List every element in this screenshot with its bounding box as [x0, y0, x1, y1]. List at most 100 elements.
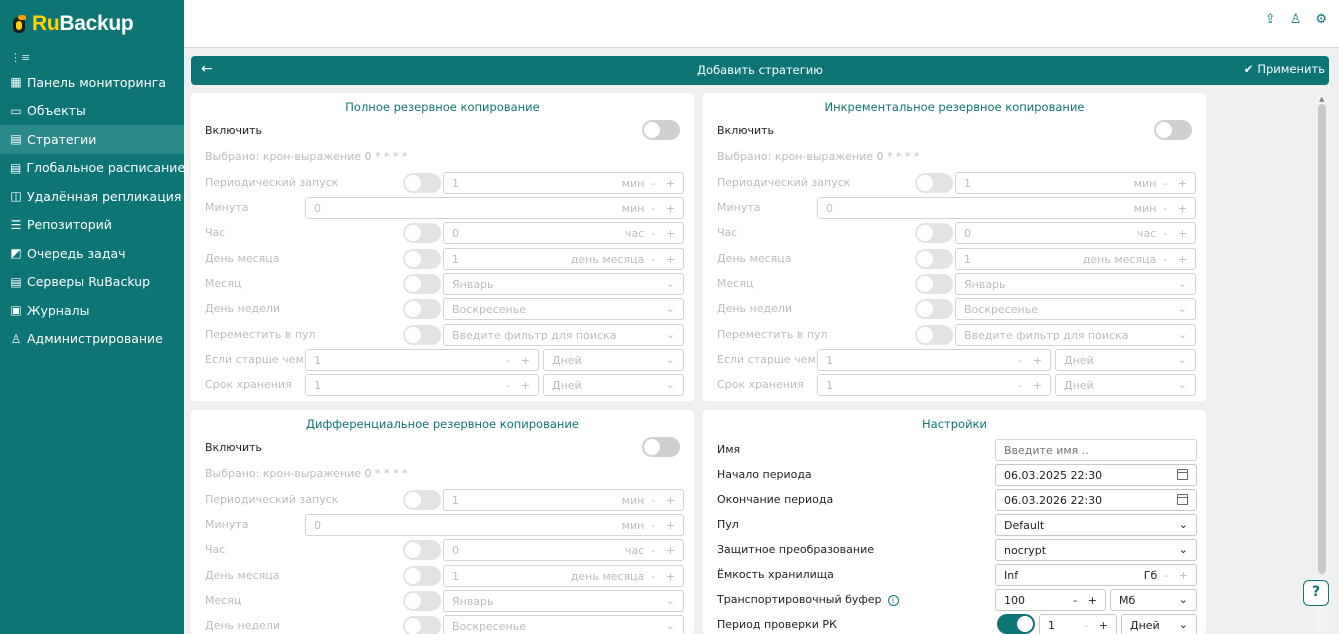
- plus-button[interactable]: +: [1033, 379, 1042, 392]
- plus-button[interactable]: +: [666, 202, 675, 215]
- minus-button[interactable]: -: [651, 494, 655, 507]
- capacity-input[interactable]: Inf Гб - +: [995, 564, 1197, 586]
- move-pool-select[interactable]: Введите фильтр для поиска ⌄: [955, 324, 1196, 346]
- plus-button[interactable]: +: [1179, 569, 1188, 582]
- toggle-switch[interactable]: [403, 274, 441, 294]
- toggle-switch[interactable]: [403, 616, 441, 634]
- check-period-input[interactable]: 1 - +: [1039, 614, 1117, 634]
- minus-button[interactable]: -: [1163, 227, 1167, 240]
- retention-unit-select[interactable]: Дней ⌄: [1055, 374, 1196, 396]
- app-logo[interactable]: RuBackup: [0, 0, 184, 48]
- buffer-unit-select[interactable]: Мб ⌄: [1110, 589, 1197, 611]
- user-icon[interactable]: ♙: [1290, 12, 1302, 27]
- plus-button[interactable]: +: [666, 519, 675, 532]
- hour-input[interactable]: 0 час - +: [443, 222, 684, 244]
- month-select[interactable]: Январь ⌄: [443, 590, 684, 612]
- minus-button[interactable]: -: [651, 253, 655, 266]
- collapse-sidebar-icon[interactable]: ⋮≡: [0, 48, 184, 68]
- month-select[interactable]: Январь ⌄: [955, 273, 1196, 295]
- plus-button[interactable]: +: [1033, 354, 1042, 367]
- check-period-unit-select[interactable]: Дней ⌄: [1121, 614, 1197, 634]
- sidebar-item-journal[interactable]: ▣ Журналы: [0, 296, 184, 325]
- toggle-switch[interactable]: [403, 325, 441, 345]
- minus-button[interactable]: -: [1073, 594, 1077, 607]
- plus-button[interactable]: +: [666, 494, 675, 507]
- minute-input[interactable]: 0 мин - +: [305, 514, 684, 536]
- periodic-input[interactable]: 1 мин - +: [443, 489, 684, 511]
- day-input[interactable]: 1 день месяца - +: [955, 248, 1196, 270]
- minus-button[interactable]: -: [1018, 379, 1022, 392]
- older-input[interactable]: 1 - +: [305, 349, 539, 371]
- sidebar-item-database[interactable]: ☰ Репозиторий: [0, 211, 184, 240]
- minus-button[interactable]: -: [1163, 177, 1167, 190]
- plus-button[interactable]: +: [666, 253, 675, 266]
- start-period-input[interactable]: 06.03.2025 22:30: [995, 464, 1197, 486]
- older-unit-select[interactable]: Дней ⌄: [543, 349, 684, 371]
- buffer-input[interactable]: 100 - +: [995, 589, 1106, 611]
- calendar-icon[interactable]: [1177, 494, 1188, 505]
- retention-input[interactable]: 1 - +: [305, 374, 539, 396]
- toggle-switch[interactable]: [915, 173, 953, 193]
- plus-button[interactable]: +: [521, 379, 530, 392]
- check-period-toggle[interactable]: [997, 614, 1035, 634]
- upload-icon[interactable]: ⇪: [1265, 12, 1276, 27]
- plus-button[interactable]: +: [1178, 177, 1187, 190]
- older-unit-select[interactable]: Дней ⌄: [1055, 349, 1196, 371]
- sidebar-item-dashboard[interactable]: ▦ Панель мониторинга: [0, 68, 184, 97]
- plus-button[interactable]: +: [1178, 253, 1187, 266]
- plus-button[interactable]: +: [521, 354, 530, 367]
- sidebar-item-server[interactable]: ▤ Серверы RuBackup: [0, 268, 184, 297]
- info-icon[interactable]: i: [887, 595, 899, 606]
- minus-button[interactable]: -: [651, 570, 655, 583]
- toggle-switch[interactable]: [915, 223, 953, 243]
- enable-toggle[interactable]: [642, 437, 680, 457]
- weekday-select[interactable]: Воскресенье ⌄: [443, 615, 684, 634]
- plus-button[interactable]: +: [1088, 594, 1097, 607]
- minus-button[interactable]: -: [1163, 253, 1167, 266]
- periodic-input[interactable]: 1 мин - +: [955, 172, 1196, 194]
- plus-button[interactable]: +: [1178, 202, 1187, 215]
- weekday-select[interactable]: Воскресенье ⌄: [443, 298, 684, 320]
- scroll-up-icon[interactable]: ▲: [1319, 95, 1324, 103]
- plus-button[interactable]: +: [666, 177, 675, 190]
- toggle-switch[interactable]: [403, 591, 441, 611]
- protect-select[interactable]: nocrypt ⌄: [995, 539, 1197, 561]
- toggle-switch[interactable]: [915, 299, 953, 319]
- day-input[interactable]: 1 день месяца - +: [443, 248, 684, 270]
- sidebar-item-monitor[interactable]: ▭ Объекты: [0, 97, 184, 126]
- minute-input[interactable]: 0 мин - +: [305, 197, 684, 219]
- minus-button[interactable]: -: [651, 177, 655, 190]
- older-input[interactable]: 1 - +: [817, 349, 1051, 371]
- plus-button[interactable]: +: [666, 570, 675, 583]
- plus-button[interactable]: +: [1178, 227, 1187, 240]
- day-input[interactable]: 1 день месяца - +: [443, 565, 684, 587]
- toggle-switch[interactable]: [403, 490, 441, 510]
- move-pool-select[interactable]: Введите фильтр для поиска ⌄: [443, 324, 684, 346]
- help-button[interactable]: ?: [1303, 580, 1329, 606]
- toggle-switch[interactable]: [403, 249, 441, 269]
- scrollbar-thumb[interactable]: [1318, 104, 1326, 574]
- sidebar-item-calendar-list[interactable]: ▤ Глобальное расписание: [0, 154, 185, 183]
- toggle-switch[interactable]: [403, 540, 441, 560]
- hour-input[interactable]: 0 час - +: [955, 222, 1196, 244]
- settings-icon[interactable]: ⚙: [1315, 12, 1327, 27]
- minus-button[interactable]: -: [506, 354, 510, 367]
- enable-toggle[interactable]: [1154, 120, 1192, 140]
- toggle-switch[interactable]: [403, 566, 441, 586]
- enable-toggle[interactable]: [642, 120, 680, 140]
- plus-button[interactable]: +: [1099, 619, 1108, 632]
- toggle-switch[interactable]: [403, 173, 441, 193]
- hour-input[interactable]: 0 час - +: [443, 539, 684, 561]
- sidebar-item-queue[interactable]: ◩ Очередь задач: [0, 239, 184, 268]
- periodic-input[interactable]: 1 мин - +: [443, 172, 684, 194]
- toggle-switch[interactable]: [403, 299, 441, 319]
- minus-button[interactable]: -: [1018, 354, 1022, 367]
- toggle-switch[interactable]: [915, 325, 953, 345]
- pool-select[interactable]: Default ⌄: [995, 514, 1197, 536]
- plus-button[interactable]: +: [666, 227, 675, 240]
- apply-button[interactable]: ✔ Применить: [1244, 62, 1325, 76]
- minute-input[interactable]: 0 мин - +: [817, 197, 1196, 219]
- minus-button[interactable]: -: [651, 519, 655, 532]
- retention-input[interactable]: 1 - +: [817, 374, 1051, 396]
- calendar-icon[interactable]: [1177, 469, 1188, 480]
